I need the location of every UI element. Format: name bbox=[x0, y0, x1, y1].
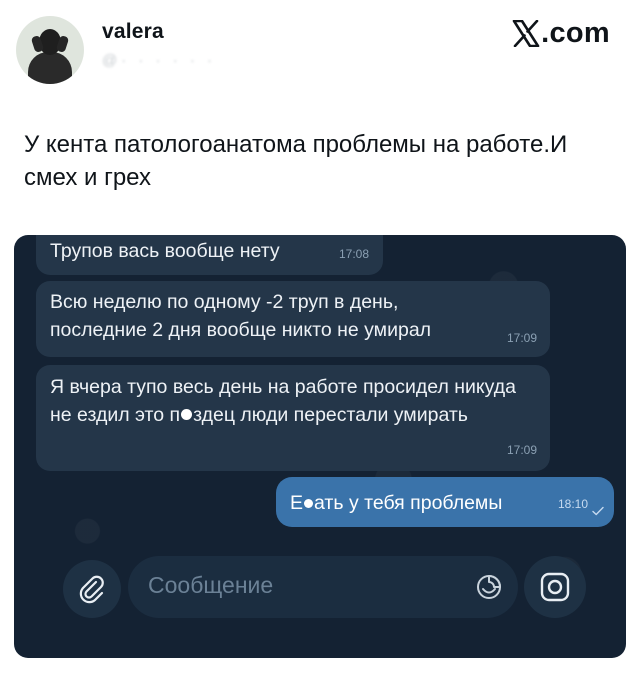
read-check-icon bbox=[592, 506, 604, 516]
avatar[interactable] bbox=[16, 16, 84, 84]
message-text: Трупов вась вообще нету bbox=[50, 240, 280, 262]
message-bubble-incoming[interactable]: Трупов вась вообще нету 17:08 bbox=[36, 235, 383, 275]
paperclip-icon bbox=[79, 575, 104, 604]
post-header: valera @· · · · · · .com bbox=[0, 0, 640, 100]
post-text: У кента патологоанатома проблемы на рабо… bbox=[24, 131, 568, 191]
sticker-icon[interactable] bbox=[474, 572, 504, 602]
camera-icon bbox=[540, 572, 570, 602]
message-bubble-outgoing[interactable]: Еать у тебя проблемы 18:10 bbox=[276, 477, 614, 527]
message-text: Еать у тебя проблемы bbox=[290, 492, 503, 514]
message-time: 17:09 bbox=[506, 443, 537, 457]
message-placeholder: Сообщение bbox=[148, 572, 274, 598]
censor-blot bbox=[181, 409, 193, 420]
censor-blot bbox=[304, 499, 314, 508]
message-text: Я вчера тупо весь день на работе просиде… bbox=[50, 376, 516, 426]
message-bubble-incoming[interactable]: Всю неделю по одному -2 труп в день, пос… bbox=[36, 281, 550, 357]
composer-bar: Сообщение bbox=[14, 543, 626, 658]
message-input[interactable]: Сообщение bbox=[128, 556, 518, 618]
message-time: 17:08 bbox=[338, 247, 369, 261]
author-handle[interactable]: @· · · · · · bbox=[102, 52, 216, 69]
x-logo-icon bbox=[512, 19, 540, 47]
camera-button[interactable] bbox=[524, 556, 586, 618]
brand-domain: .com bbox=[541, 16, 610, 49]
attach-button[interactable] bbox=[63, 560, 121, 618]
chat-screenshot: Трупов вась вообще нету 17:08 Всю неделю… bbox=[14, 235, 626, 658]
x-brand: .com bbox=[512, 16, 610, 50]
message-time: 17:09 bbox=[506, 331, 537, 345]
message-time: 18:10 bbox=[557, 497, 588, 511]
message-text: Всю неделю по одному -2 труп в день, пос… bbox=[50, 291, 432, 341]
message-bubble-incoming[interactable]: Я вчера тупо весь день на работе просиде… bbox=[36, 365, 550, 471]
author-name[interactable]: valera bbox=[102, 20, 164, 44]
